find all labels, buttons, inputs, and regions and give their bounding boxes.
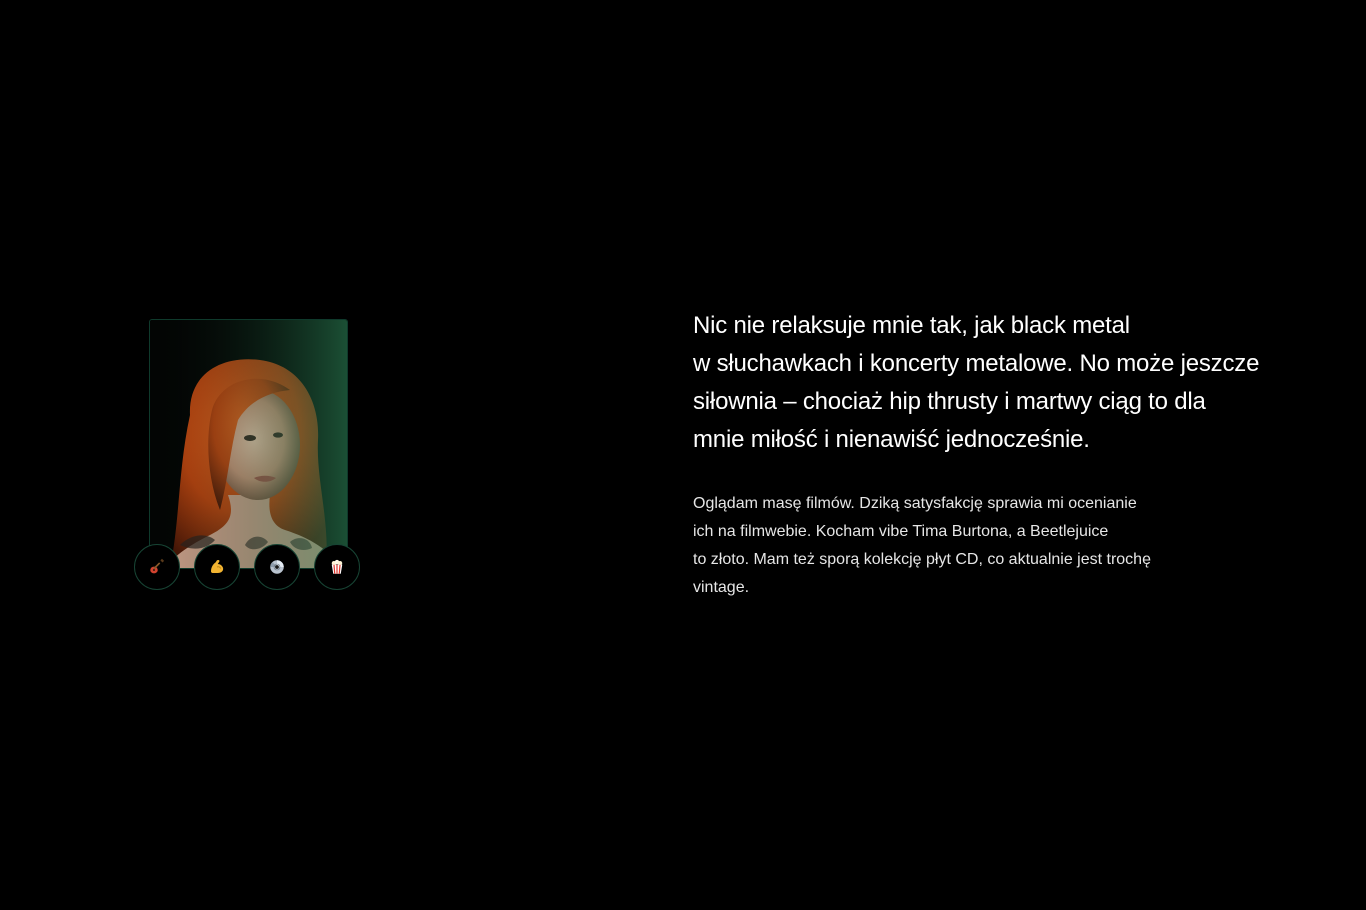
popcorn-icon bbox=[331, 559, 343, 574]
badge-cd[interactable] bbox=[254, 544, 300, 590]
interest-badges bbox=[134, 544, 364, 592]
body-line: vintage. bbox=[693, 579, 750, 596]
lead-line: siłownia – chociaż hip thrusty i martwy … bbox=[693, 388, 1206, 415]
cd-icon bbox=[270, 560, 284, 574]
badge-guitar[interactable] bbox=[134, 544, 180, 590]
about-section: Nic nie relaksuje mnie tak, jak black me… bbox=[0, 0, 1366, 910]
guitar-icon bbox=[150, 558, 165, 574]
badge-movies[interactable] bbox=[314, 544, 360, 590]
lead-line: w słuchawkach i koncerty metalowe. No mo… bbox=[693, 350, 1260, 377]
body-paragraph: Oglądam masę filmów. Dziką satysfakcję s… bbox=[693, 490, 1333, 602]
portrait-photo bbox=[150, 320, 347, 568]
flexed-biceps-icon bbox=[211, 559, 224, 573]
portrait-card bbox=[149, 319, 348, 569]
about-text: Nic nie relaksuje mnie tak, jak black me… bbox=[693, 307, 1333, 602]
lead-paragraph: Nic nie relaksuje mnie tak, jak black me… bbox=[693, 307, 1333, 459]
badge-gym[interactable] bbox=[194, 544, 240, 590]
lead-line: mnie miłość i nienawiść jednocześnie. bbox=[693, 426, 1090, 453]
body-line: ich na filmwebie. Kocham vibe Tima Burto… bbox=[693, 523, 1109, 540]
body-line: Oglądam masę filmów. Dziką satysfakcję s… bbox=[693, 495, 1137, 512]
body-line: to złoto. Mam też sporą kolekcję płyt CD… bbox=[693, 551, 1151, 568]
lead-line: Nic nie relaksuje mnie tak, jak black me… bbox=[693, 312, 1130, 339]
